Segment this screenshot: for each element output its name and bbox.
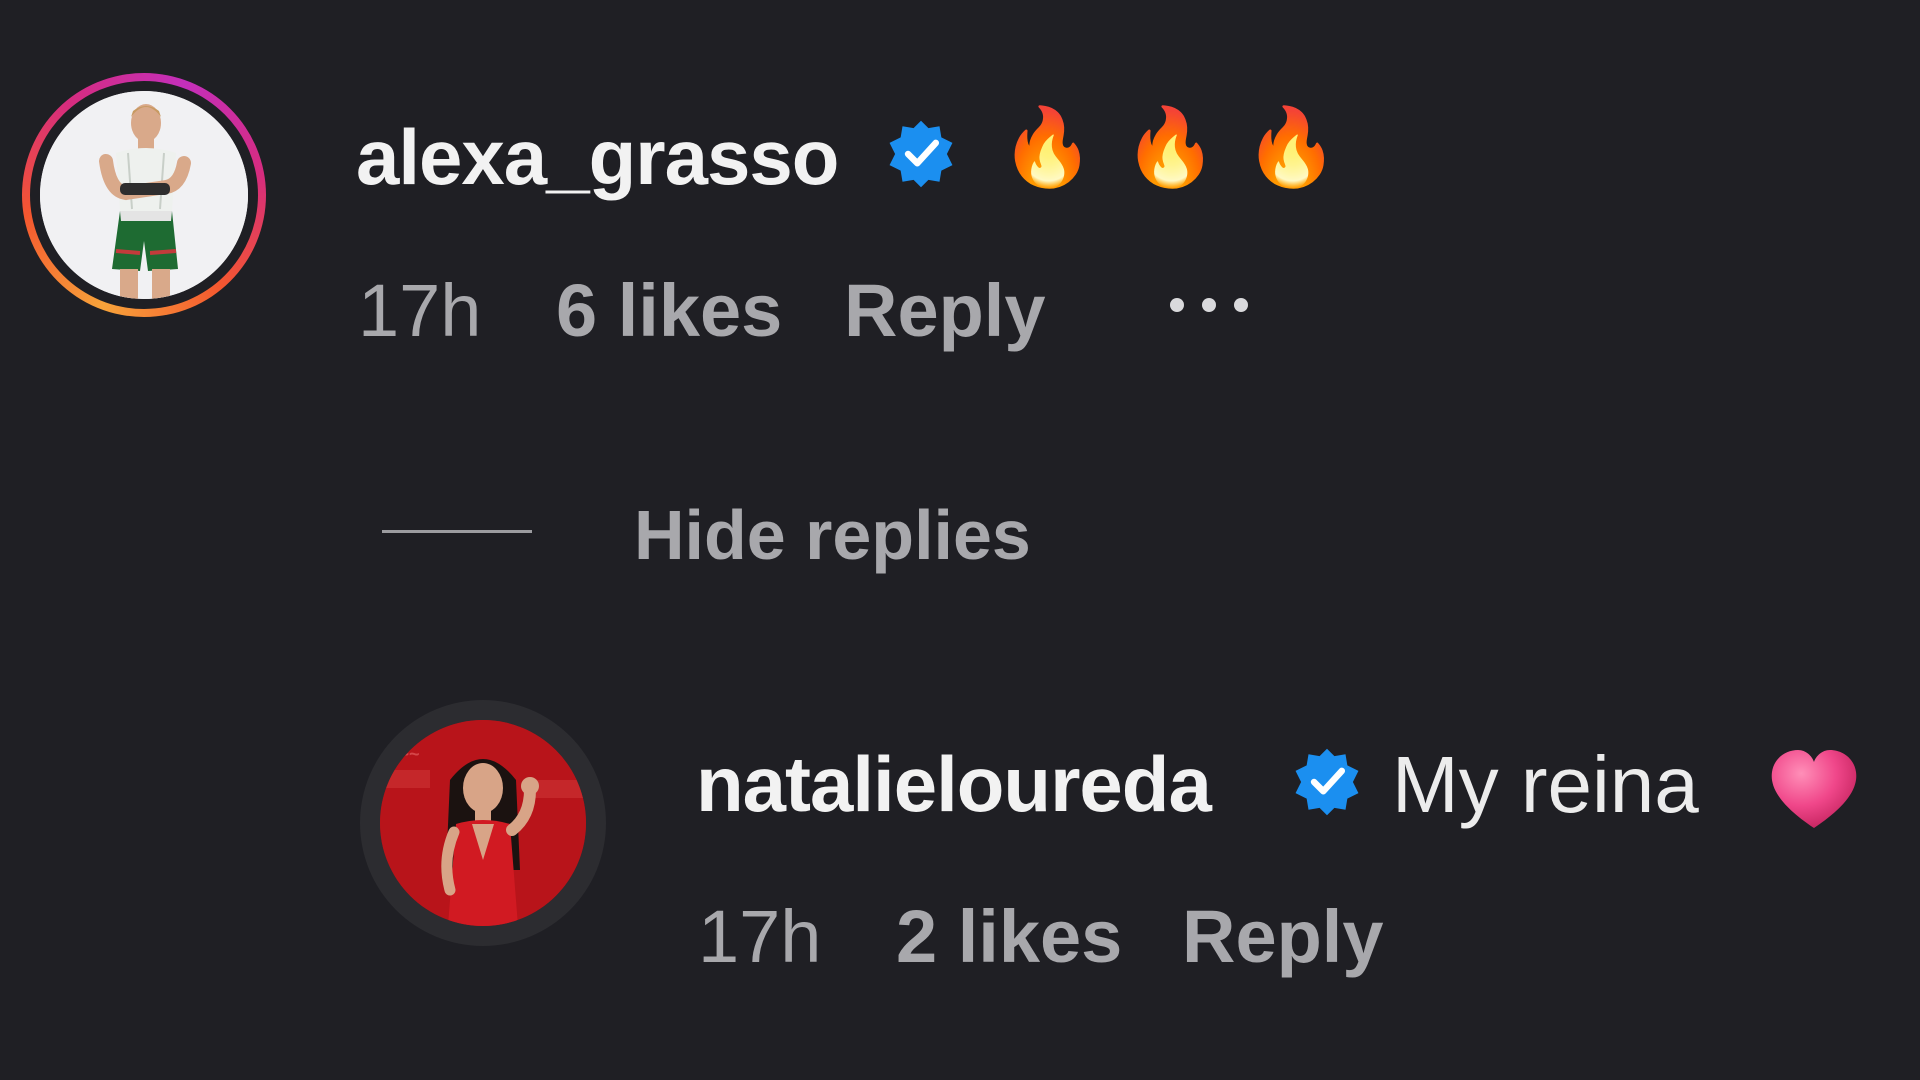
reply-button[interactable]: Reply bbox=[1182, 900, 1384, 974]
fire-emoji-icon: 🔥 bbox=[1244, 105, 1339, 190]
more-options-icon[interactable] bbox=[1170, 290, 1270, 320]
fire-emoji-icon: 🔥 bbox=[1000, 105, 1095, 190]
reply-username[interactable]: natalieloureda bbox=[696, 745, 1212, 823]
hide-replies-button[interactable]: Hide replies bbox=[634, 500, 1031, 570]
verified-badge-icon bbox=[889, 120, 953, 188]
reply-likes-count[interactable]: 2 likes bbox=[896, 900, 1122, 974]
reply-text: My reina bbox=[1392, 740, 1699, 829]
pink-heart-emoji-icon bbox=[1771, 750, 1857, 828]
reply-timestamp: 17h bbox=[698, 895, 822, 978]
avatar[interactable]: ~~~ bbox=[380, 720, 586, 926]
thread-divider-line bbox=[382, 530, 532, 533]
comment-timestamp: 17h bbox=[358, 269, 482, 352]
reply-button[interactable]: Reply bbox=[844, 274, 1046, 348]
dot bbox=[1234, 298, 1248, 312]
verified-badge-icon bbox=[1295, 748, 1359, 816]
comments-panel: alexa_grasso 🔥 🔥 🔥 17h 6 likes Reply Hid… bbox=[0, 0, 1920, 1080]
comment-likes-count[interactable]: 6 likes bbox=[556, 274, 782, 348]
fire-emoji-icon: 🔥 bbox=[1123, 105, 1218, 190]
dot bbox=[1170, 298, 1184, 312]
dot bbox=[1202, 298, 1216, 312]
avatar[interactable] bbox=[40, 91, 248, 299]
comment-username[interactable]: alexa_grasso bbox=[356, 118, 839, 196]
